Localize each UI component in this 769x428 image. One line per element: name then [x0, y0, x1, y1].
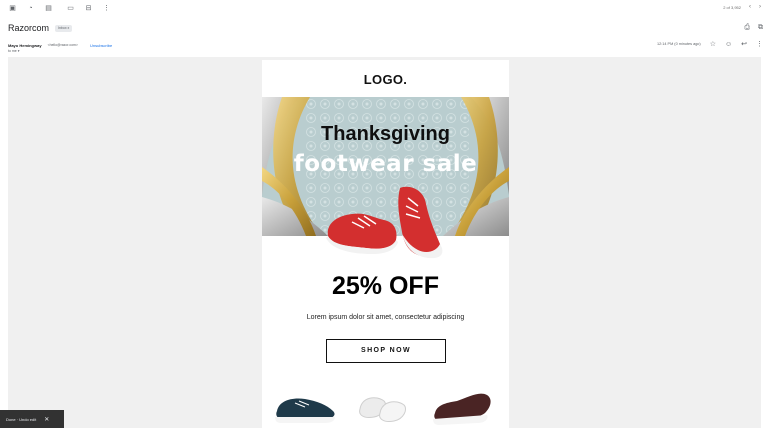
hero-subtitle: footwear sale: [293, 151, 478, 177]
close-icon[interactable]: ✕: [44, 416, 49, 423]
email-subject: Razorcom: [8, 23, 50, 33]
message-meta: 12:14 PM (0 minutes ago) ☆ ☺ ↩ ⋮: [657, 40, 763, 49]
hero-title: Thanksgiving: [321, 123, 450, 145]
mark-unread-icon[interactable]: ▭: [66, 4, 75, 13]
more-vert-icon[interactable]: ⋮: [756, 40, 763, 48]
archive-icon[interactable]: ▣: [8, 4, 17, 13]
red-sneakers-image: [326, 186, 443, 259]
subject-actions: ⎙ ⧉: [744, 24, 763, 32]
snackbar-text[interactable]: Done · Undo edit: [6, 417, 36, 422]
message-toolbar: ▣ ◔ ▤ ▭ ⊟ ⋮ 2 of 3,952 ‹ ›: [0, 0, 769, 18]
shop-now-button[interactable]: SHOP NOW: [326, 339, 446, 363]
print-icon[interactable]: ⎙: [744, 24, 750, 32]
message-date: 12:14 PM (0 minutes ago): [657, 42, 701, 46]
reply-icon[interactable]: ↩: [741, 40, 747, 48]
product-navy-sneaker[interactable]: [271, 383, 341, 428]
chevron-down-icon[interactable]: ▾: [18, 49, 20, 53]
sneaker-right: [398, 186, 443, 259]
star-icon[interactable]: ☆: [710, 40, 716, 48]
brand-logo: LOGO.: [363, 72, 408, 87]
chevron-left-icon[interactable]: ‹: [749, 4, 751, 10]
open-new-window-icon[interactable]: ⧉: [758, 24, 763, 32]
more-icon[interactable]: ⋮: [102, 4, 111, 13]
chevron-right-icon[interactable]: ›: [759, 4, 761, 10]
sender-row: Mayo Hemingway <hello@razor.com> Unsubsc…: [8, 41, 112, 49]
email-newsletter: LOGO. Thanksgiving footwear sale 25% OFF…: [262, 60, 509, 428]
sneaker-left: [326, 213, 398, 254]
pager-count: 2 of 3,952: [723, 4, 741, 10]
discount-headline: 25% OFF: [332, 272, 439, 300]
sender-email: <hello@razor.com>: [47, 43, 78, 47]
snackbar: Done · Undo edit ✕: [0, 410, 64, 428]
inbox-label-chip[interactable]: Inbox x: [55, 24, 73, 32]
emoji-react-icon[interactable]: ☺: [725, 41, 732, 48]
promo-body-text: Lorem ipsum dolor sit amet, consectetur …: [306, 314, 465, 321]
move-to-icon[interactable]: ⊟: [84, 4, 93, 13]
delete-icon[interactable]: ▤: [44, 4, 53, 13]
product-brown-slipon[interactable]: [427, 383, 497, 428]
unsubscribe-link[interactable]: Unsubscribe: [90, 43, 112, 48]
sender-name[interactable]: Mayo Hemingway: [8, 43, 42, 48]
message-body-canvas: LOGO. Thanksgiving footwear sale 25% OFF…: [8, 57, 761, 428]
product-white-slides[interactable]: [350, 383, 420, 428]
subject-row: Razorcom Inbox x: [8, 22, 73, 34]
recipient-text: to me: [8, 49, 17, 53]
report-spam-icon[interactable]: ◔: [26, 4, 35, 13]
recipient-details[interactable]: to me ▾: [8, 49, 20, 53]
